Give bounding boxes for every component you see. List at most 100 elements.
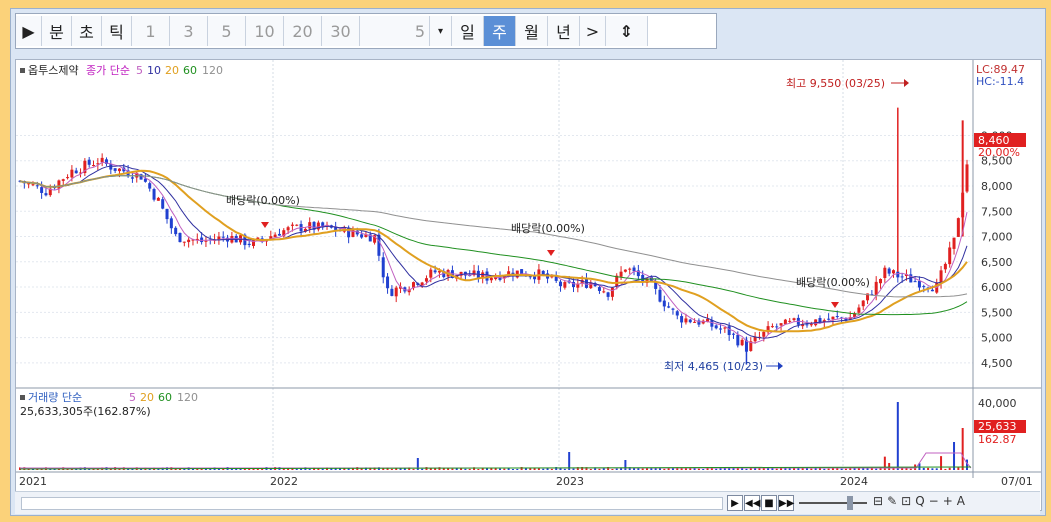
price-legend-ma20: 20: [165, 64, 179, 77]
volume-bar: [754, 468, 757, 470]
volume-series: [19, 402, 972, 470]
volume-bar: [572, 468, 575, 470]
price-tick-label: 8,000: [981, 180, 1013, 193]
play-button[interactable]: ▶: [16, 16, 42, 46]
volume-bar: [935, 468, 938, 470]
volume-bar: [697, 468, 700, 470]
candle-body: [688, 319, 692, 323]
candle-body: [109, 164, 113, 170]
volume-bar: [758, 468, 761, 470]
candle-body: [610, 287, 614, 297]
scroll-back-button[interactable]: ◀◀: [744, 495, 760, 511]
candle-body: [113, 168, 117, 171]
text-icon[interactable]: A: [957, 494, 969, 508]
zoom-slider-icon[interactable]: [799, 502, 867, 504]
volume-bar: [563, 468, 566, 470]
scroll-stop-button[interactable]: ■: [761, 495, 777, 511]
volume-bar: [550, 468, 553, 470]
candle-body: [891, 270, 895, 274]
volume-bar: [490, 468, 493, 470]
candle-body: [204, 240, 208, 242]
candle-body: [628, 268, 632, 270]
zoom-out-icon[interactable]: −: [929, 494, 943, 508]
candle-body: [762, 331, 766, 337]
volume-bar: [771, 468, 774, 470]
candle-body: [727, 326, 731, 336]
expand-icon[interactable]: ⇕: [606, 16, 648, 46]
grid-icon[interactable]: ⊟: [873, 494, 887, 508]
volume-bar: [455, 468, 458, 470]
period-second-button[interactable]: 초: [72, 16, 102, 46]
zoom-in-icon[interactable]: +: [943, 494, 957, 508]
scroll-track[interactable]: [21, 497, 723, 510]
candle-body: [161, 199, 165, 209]
candle-body: [386, 276, 390, 289]
next-button[interactable]: >: [580, 16, 606, 46]
volume-bar: [451, 468, 454, 470]
volume-bar: [516, 468, 519, 470]
volume-bar: [818, 468, 821, 470]
interval-20-button[interactable]: 20: [284, 16, 322, 46]
price-legend-ma120: 120: [202, 64, 223, 77]
interval-5-button[interactable]: 5: [208, 16, 246, 46]
price-volume-chart[interactable]: 옵투스제약 종가 단순 5 10 20 60 120 거래량 단순 5 20 6…: [16, 60, 1041, 490]
candle-body: [66, 177, 70, 179]
candle-body: [152, 189, 156, 200]
chart-grid: [16, 60, 973, 472]
moving-average-lines: [19, 161, 968, 344]
volume-bar: [295, 468, 298, 470]
chart-toolbar: ▶ 분 초 틱 1 3 5 10 20 30 5 ▾ 일 주 월 년 > ⇕: [15, 13, 717, 49]
interval-30-button[interactable]: 30: [322, 16, 360, 46]
unit-year-button[interactable]: 년: [548, 16, 580, 46]
candle-body: [31, 184, 35, 186]
interval-3-button[interactable]: 3: [170, 16, 208, 46]
volume-bar: [940, 456, 943, 470]
candle-body: [922, 286, 926, 288]
x-label-2023: 2023: [556, 475, 584, 488]
scroll-play-button[interactable]: ▶: [727, 495, 743, 511]
scroll-forward-button[interactable]: ▶▶: [778, 495, 794, 511]
candle-body: [277, 233, 281, 236]
candle-body: [684, 318, 688, 323]
candle-body: [827, 318, 831, 320]
zoom-slider-handle-icon[interactable]: [847, 496, 853, 510]
candle-body: [783, 319, 787, 325]
candle-body: [117, 168, 121, 172]
period-tick-button[interactable]: 틱: [102, 16, 132, 46]
interval-1-button[interactable]: 1: [132, 16, 170, 46]
volume-bar: [308, 468, 311, 470]
candle-body: [290, 224, 294, 226]
interval-10-button[interactable]: 10: [246, 16, 284, 46]
candle-body: [917, 280, 921, 288]
chevron-down-icon[interactable]: ▾: [430, 16, 452, 46]
chart-scrollbar[interactable]: ▶ ◀◀ ■ ▶▶ ⊟✎⊡Q−+A: [15, 491, 1040, 514]
candle-body: [792, 318, 796, 321]
candle-body: [92, 165, 96, 167]
frame-icon[interactable]: ⊡: [901, 494, 915, 508]
candle-body: [857, 307, 861, 313]
unit-day-button[interactable]: 일: [452, 16, 484, 46]
candle-body: [779, 323, 783, 326]
candle-body: [169, 218, 173, 229]
unit-week-button[interactable]: 주: [484, 16, 516, 46]
candle-body: [100, 157, 104, 163]
candle-body: [35, 185, 39, 187]
volume-bar: [464, 468, 467, 470]
volume-bar: [598, 468, 601, 470]
candle-body: [965, 164, 969, 192]
candle-body: [130, 177, 134, 179]
dividend-marker-icon: [831, 302, 839, 308]
search-icon[interactable]: Q: [915, 494, 928, 508]
candle-body: [187, 239, 191, 243]
unit-month-button[interactable]: 월: [516, 16, 548, 46]
volume-bar: [529, 468, 532, 470]
period-minute-button[interactable]: 분: [42, 16, 72, 46]
volume-bar: [390, 468, 393, 470]
pen-icon[interactable]: ✎: [887, 494, 901, 508]
interval-combo[interactable]: 5: [360, 16, 430, 46]
dividend-label-1: 배당락(0.00%): [226, 194, 300, 207]
volume-bar: [840, 468, 843, 470]
candle-body: [930, 289, 934, 292]
candle-body: [939, 270, 943, 284]
candle-body: [74, 170, 78, 174]
